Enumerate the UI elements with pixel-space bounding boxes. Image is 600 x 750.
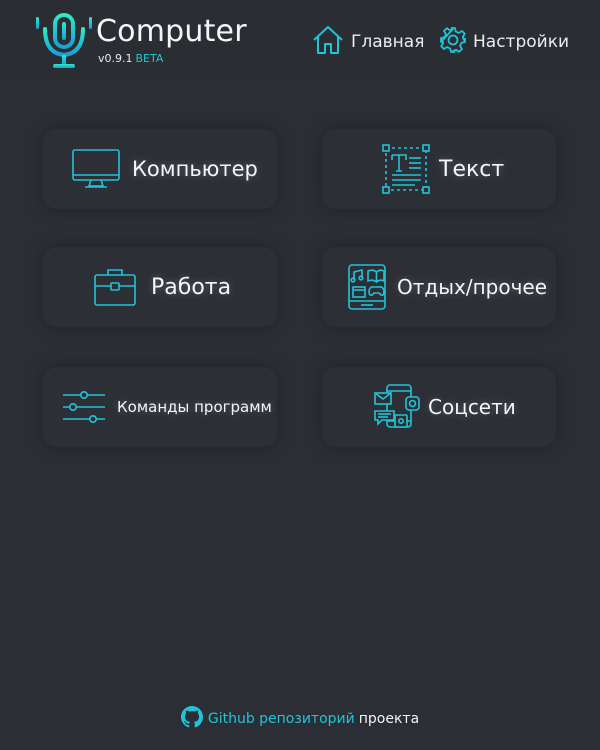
home-icon — [311, 24, 351, 61]
tile-work[interactable]: Работа — [43, 247, 277, 327]
tile-social-label: Соцсети — [428, 395, 516, 419]
nav-settings-label: Настройки — [473, 32, 570, 52]
tile-computer[interactable]: Компьютер — [43, 129, 277, 209]
microphone-icon — [34, 13, 94, 71]
briefcase-icon — [93, 266, 137, 308]
footer: Github репозиторий проекта — [0, 705, 600, 733]
app-version: v0.9.1 BETA — [98, 52, 163, 65]
nav-home-label: Главная — [351, 32, 425, 52]
tile-work-label: Работа — [151, 274, 232, 300]
tile-text[interactable]: Текст — [322, 129, 556, 209]
github-repo-link[interactable]: Github репозиторий проекта — [180, 706, 420, 732]
social-phone-icon — [373, 383, 421, 431]
tile-computer-label: Компьютер — [132, 157, 258, 181]
gear-icon — [439, 26, 473, 59]
text-frame-icon — [382, 144, 430, 194]
footer-repo-text: Github репозиторий — [207, 711, 355, 727]
tile-commands-label: Команды программ — [117, 398, 272, 416]
tile-text-label: Текст — [439, 156, 505, 182]
nav-settings[interactable]: Настройки — [439, 24, 569, 60]
tile-commands[interactable]: Команды программ — [43, 367, 277, 447]
beta-badge: BETA — [135, 52, 164, 65]
monitor-icon — [71, 148, 121, 190]
app-header: Computer v0.9.1 BETA Главная Настройки — [0, 0, 600, 80]
tile-leisure[interactable]: Отдых/прочее — [322, 247, 556, 327]
tile-social[interactable]: Соцсети — [322, 367, 556, 447]
version-number: v0.9.1 — [98, 52, 133, 65]
footer-project-text: проекта — [358, 711, 420, 727]
app-title: Computer — [96, 14, 247, 49]
github-icon — [180, 706, 208, 732]
tile-leisure-label: Отдых/прочее — [397, 275, 548, 299]
tablet-media-icon — [347, 263, 387, 311]
nav-home[interactable]: Главная — [311, 24, 424, 60]
sliders-icon — [62, 390, 106, 424]
